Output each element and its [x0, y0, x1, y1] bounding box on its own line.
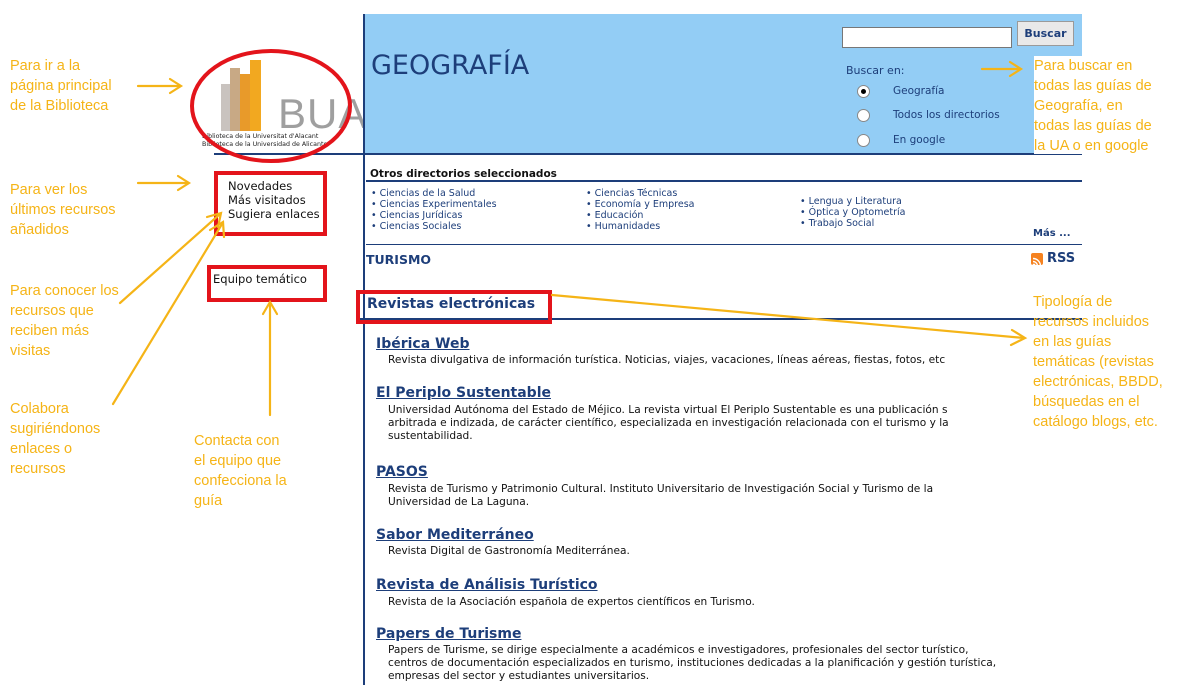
annotation-mas-visitados: Para conocer los recursos que reciben má…	[10, 283, 119, 359]
radio-google[interactable]: En google	[857, 132, 945, 148]
resource-description: sustentabilidad.	[388, 430, 473, 442]
search-scope-label: Buscar en:	[846, 64, 905, 77]
resource-title-link[interactable]: El Periplo Sustentable	[376, 385, 551, 401]
resource-description: arbitrada e indizada, de carácter cientí…	[388, 417, 949, 429]
highlight-box-sidebar-links	[214, 171, 327, 236]
directories-divider	[366, 180, 1082, 182]
highlight-box-section	[356, 290, 552, 324]
radio-geografia[interactable]: Geografía	[857, 83, 945, 99]
radio-label: En google	[893, 134, 946, 146]
resource-description: centros de documentación especializados …	[388, 657, 997, 669]
resource-description: Universidad Autónoma del Estado de Méjic…	[388, 404, 948, 416]
rss-link[interactable]: RSS	[1031, 251, 1075, 266]
search-input[interactable]	[842, 27, 1012, 48]
annotation-buscar: Para buscar en todas las guías de Geogra…	[1034, 56, 1182, 154]
header-divider	[214, 153, 1082, 155]
resource-description: Revista divulgativa de información turís…	[388, 354, 946, 366]
directory-link[interactable]: Ciencias Jurídicas	[371, 210, 463, 221]
highlight-box-equipo	[207, 265, 327, 302]
directory-link[interactable]: Ciencias Experimentales	[371, 199, 497, 210]
annotation-sugiera: Colabora sugiriéndonos enlaces o recurso…	[10, 401, 101, 477]
resource-description: Revista Digital de Gastronomía Mediterrá…	[388, 545, 630, 557]
radio-icon[interactable]	[857, 108, 870, 122]
directory-link[interactable]: Ciencias Sociales	[371, 221, 462, 232]
resource-title-link[interactable]: PASOS	[376, 464, 428, 480]
library-logo[interactable]: BUA Biblioteca de la Universitat d'Alaca…	[192, 54, 366, 166]
resource-title-link[interactable]: Sabor Mediterráneo	[376, 527, 534, 543]
directories-title: Otros directorios seleccionados	[370, 168, 557, 180]
logo-text: BUA	[278, 90, 368, 137]
radio-label: Geografía	[893, 85, 945, 97]
radio-todos-directorios[interactable]: Todos los directorios	[857, 107, 1000, 123]
logo-line-1: Biblioteca de la Universitat d'Alacant	[202, 133, 319, 140]
radio-icon[interactable]	[857, 133, 870, 147]
resource-title-link[interactable]: Ibérica Web	[376, 336, 470, 352]
resource-title-link[interactable]: Revista de Análisis Turístico	[376, 577, 598, 593]
resource-description: empresas del sector y estudiantes univer…	[388, 670, 650, 682]
more-directories-link[interactable]: Más ...	[1033, 228, 1071, 239]
directory-link[interactable]: Lengua y Literatura	[800, 196, 902, 207]
directory-link[interactable]: Óptica y Optometría	[800, 207, 906, 218]
category-heading: TURISMO	[366, 252, 432, 267]
resource-description: Revista de la Asociación española de exp…	[388, 596, 755, 608]
directory-link[interactable]: Trabajo Social	[800, 218, 875, 229]
directory-link[interactable]: Economía y Empresa	[586, 199, 695, 210]
resource-description: Revista de Turismo y Patrimonio Cultural…	[388, 483, 934, 495]
annotation-home: Para ir a la página principal de la Bibl…	[10, 58, 112, 114]
rss-icon[interactable]	[1031, 252, 1043, 266]
page-title: GEOGRAFÍA	[371, 50, 530, 81]
annotation-novedades: Para ver los últimos recursos añadidos	[10, 182, 116, 238]
resource-description: Universidad de La Laguna.	[388, 496, 530, 508]
directory-link[interactable]: Humanidades	[586, 221, 661, 232]
annotation-equipo: Contacta con el equipo que confecciona l…	[194, 433, 287, 509]
directory-link[interactable]: Ciencias de la Salud	[371, 188, 476, 199]
rss-label: RSS	[1047, 251, 1076, 266]
logo-line-2: Biblioteca de la Universidad de Alicante	[202, 141, 328, 148]
search-button[interactable]: Buscar	[1017, 21, 1074, 46]
radio-selected-icon[interactable]	[857, 84, 870, 98]
directory-link[interactable]: Educación	[586, 210, 644, 221]
annotation-tipologia: Tipología de recursos incluidos en las g…	[1033, 294, 1163, 430]
resource-title-link[interactable]: Papers de Turisme	[376, 626, 521, 642]
radio-label: Todos los directorios	[893, 109, 1000, 121]
directories-bottom-divider	[366, 244, 1082, 245]
resource-description: Papers de Turisme, se dirige especialmen…	[388, 644, 969, 656]
directory-link[interactable]: Ciencias Técnicas	[586, 188, 678, 199]
